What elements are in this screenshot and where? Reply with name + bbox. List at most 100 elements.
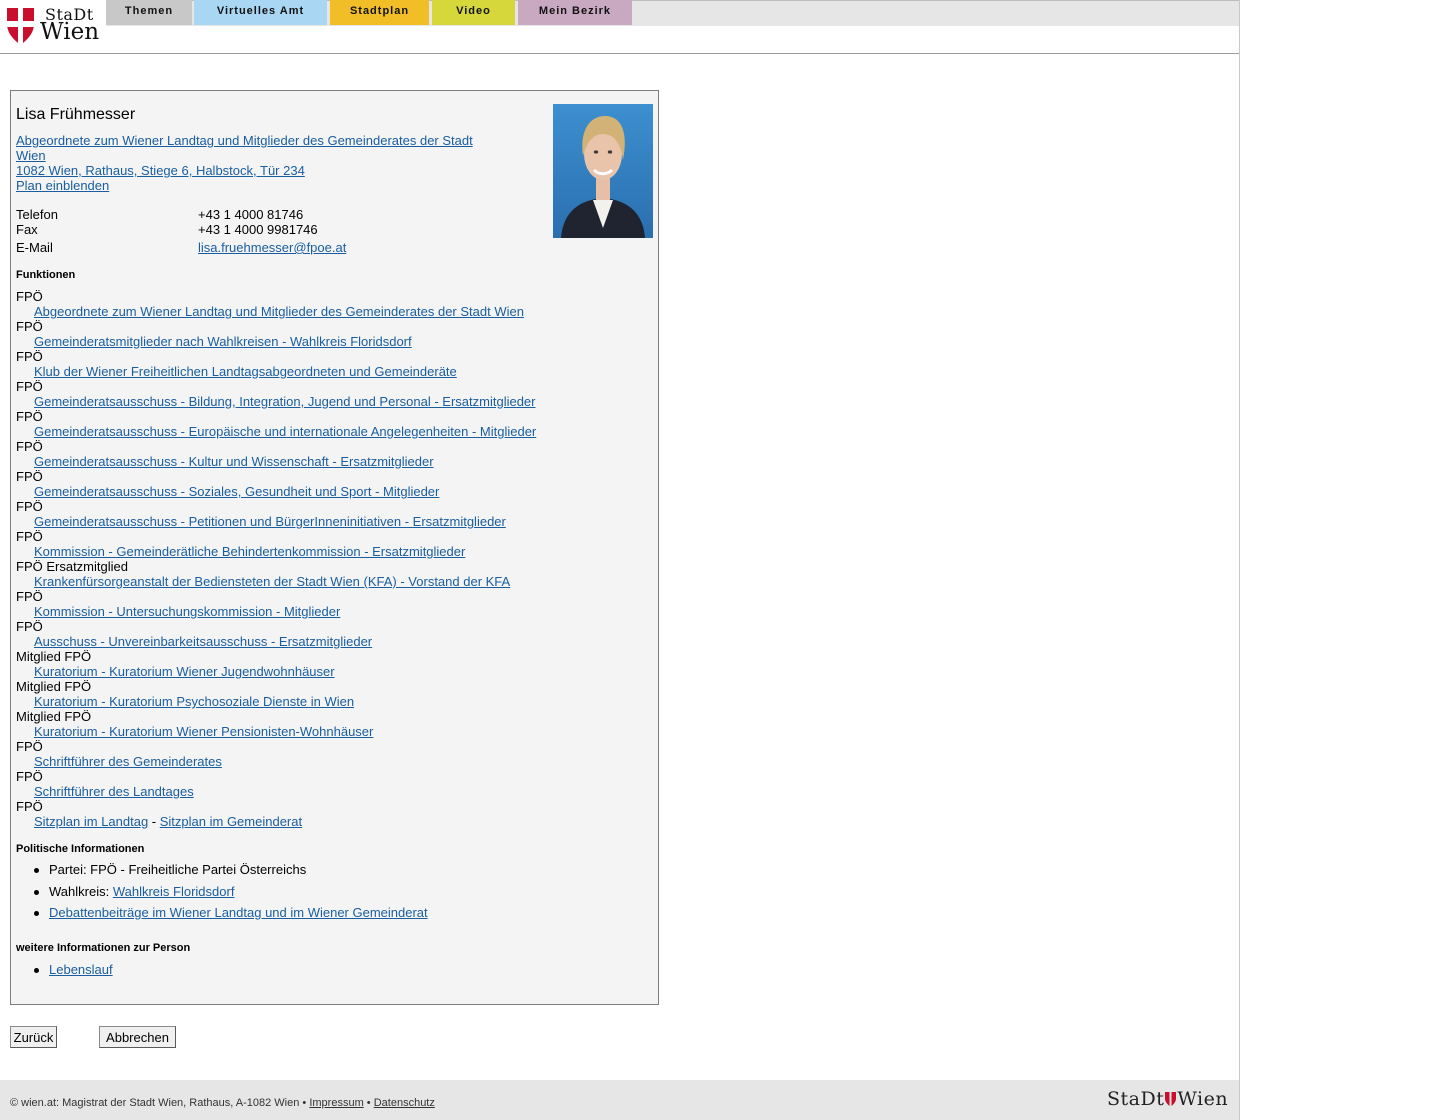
district-link[interactable]: Wahlkreis Floridsdorf [113,884,235,899]
vienna-shield-icon [7,8,34,43]
function-party: FPÖ [16,319,43,334]
function-link[interactable]: Kommission - Gemeinderätliche Behinderte… [34,544,465,559]
function-party: FPÖ [16,619,43,634]
function-link[interactable]: Abgeordnete zum Wiener Landtag und Mitgl… [34,304,524,319]
function-party: FPÖ [16,589,43,604]
cancel-button[interactable]: Abbrechen [99,1026,176,1048]
political-info-list: Partei: FPÖ - Freiheitliche Partei Öster… [16,861,636,926]
function-row: FPÖ Sitzplan im Landtag - Sitzplan im Gem… [16,799,636,829]
function-link-wrap: Kommission - Untersuchungskommission - M… [16,604,636,619]
link-separator: - [148,814,160,829]
stadt-wien-logo[interactable]: StaDt Wien [7,5,102,45]
seating-plan-landtag-link[interactable]: Sitzplan im Landtag [34,814,148,829]
footer-logo-left: StaDt [1107,1088,1165,1110]
function-link[interactable]: Gemeinderatsausschuss - Bildung, Integra… [34,394,536,409]
functions-heading: Funktionen [16,269,76,281]
party-info: Partei: FPÖ - Freiheitliche Partei Öster… [49,862,307,877]
right-gutter [1240,0,1440,1120]
email-label: E-Mail [16,240,53,255]
function-link[interactable]: Kommission - Untersuchungskommission - M… [34,604,340,619]
function-party: FPÖ [16,499,43,514]
fax-row: Fax +43 1 4000 9981746 [16,222,416,237]
function-party: FPÖ [16,799,43,814]
show-map-link[interactable]: Plan einblenden [16,178,486,193]
function-row: FPÖ Gemeinderatsausschuss - Soziales, Ges… [16,469,636,499]
tab-virtuelles-amt[interactable]: Virtuelles Amt [194,0,327,25]
function-link[interactable]: Ausschuss - Unvereinbarkeitsausschuss - … [34,634,372,649]
list-item: Wahlkreis: Wahlkreis Floridsdorf [16,883,636,905]
function-row: FPÖ Gemeinderatsausschuss - Petitionen un… [16,499,636,529]
function-link-wrap: Kuratorium - Kuratorium Wiener Pensionis… [16,724,636,739]
function-link[interactable]: Klub der Wiener Freiheitlichen Landtagsa… [34,364,457,379]
list-item: Lebenslauf [16,961,636,983]
footer-logo-right: Wien [1177,1088,1229,1110]
function-party: FPÖ [16,349,43,364]
debates-link[interactable]: Debattenbeiträge im Wiener Landtag und i… [49,905,428,920]
function-link[interactable]: Schriftführer des Landtages [34,784,194,799]
function-link[interactable]: Schriftführer des Gemeinderates [34,754,222,769]
back-button[interactable]: Zurück [10,1026,57,1048]
phone-row: Telefon +43 1 4000 81746 [16,207,416,222]
function-row: FPÖ Gemeinderatsmitglieder nach Wahlkreis… [16,319,636,349]
function-link-wrap: Gemeinderatsausschuss - Europäische und … [16,424,636,439]
function-link[interactable]: Kuratorium - Kuratorium Wiener Jugendwoh… [34,664,335,679]
function-link-wrap: Schriftführer des Gemeinderates [16,754,636,769]
cv-link[interactable]: Lebenslauf [49,962,113,977]
function-row: FPÖ Ausschuss - Unvereinbarkeitsausschuss… [16,619,636,649]
privacy-link[interactable]: Datenschutz [374,1097,435,1109]
tab-video[interactable]: Video [432,0,515,25]
function-link-wrap: Kommission - Gemeinderätliche Behinderte… [16,544,636,559]
email-link[interactable]: lisa.fruehmesser@fpoe.at [198,240,346,255]
person-card: Lisa Frühmesser Abgeordnete zum Wiener L… [10,90,659,1005]
function-row: FPÖ Schriftführer des Landtages [16,769,636,799]
function-row: FPÖ Kommission - Gemeinderätliche Behinde… [16,529,636,559]
contact-table: Telefon +43 1 4000 81746 Fax +43 1 4000 … [16,207,416,255]
tab-stadtplan[interactable]: Stadtplan [330,0,429,25]
footer-stadt-wien-logo[interactable]: StaDt Wien [1107,1088,1228,1112]
function-row: FPÖ Gemeinderatsausschuss - Bildung, Inte… [16,379,636,409]
impressum-link[interactable]: Impressum [309,1097,363,1109]
function-link-wrap: Klub der Wiener Freiheitlichen Landtagsa… [16,364,636,379]
function-link-wrap: Kuratorium - Kuratorium Wiener Jugendwoh… [16,664,636,679]
list-item: Partei: FPÖ - Freiheitliche Partei Öster… [16,861,636,883]
function-row: Mitglied FPÖ Kuratorium - Kuratorium Psyc… [16,679,636,709]
seating-plan-gemeinderat-link[interactable]: Sitzplan im Gemeinderat [160,814,302,829]
function-row: FPÖ Abgeordnete zum Wiener Landtag und Mi… [16,289,636,319]
person-photo [553,104,653,238]
tab-themen[interactable]: Themen [106,0,192,25]
footer-separator: • [366,1097,371,1109]
function-row: FPÖ Gemeinderatsausschuss - Europäische u… [16,409,636,439]
footer-text: © wien.at: Magistrat der Stadt Wien, Rat… [10,1097,435,1109]
function-link[interactable]: Gemeinderatsausschuss - Kultur und Wisse… [34,454,434,469]
person-name: Lisa Frühmesser [16,106,136,123]
function-row: Mitglied FPÖ Kuratorium - Kuratorium Wien… [16,649,636,679]
page: StaDt Wien Themen Virtuelles Amt Stadtpl… [0,0,1240,1120]
function-party: FPÖ [16,529,43,544]
function-link-wrap: Gemeinderatsausschuss - Petitionen und B… [16,514,636,529]
tab-mein-bezirk[interactable]: Mein Bezirk [518,0,632,25]
political-heading: Politische Informationen [16,843,145,855]
copyright-text: © wien.at: Magistrat der Stadt Wien, Rat… [10,1097,307,1109]
function-link[interactable]: Gemeinderatsausschuss - Europäische und … [34,424,536,439]
role-link[interactable]: Abgeordnete zum Wiener Landtag und Mitgl… [16,133,486,163]
function-link[interactable]: Gemeinderatsausschuss - Soziales, Gesund… [34,484,439,499]
function-row: FPÖ Ersatzmitglied Krankenfürsorgeanstalt… [16,559,636,589]
logo-text-bottom: Wien [40,19,100,45]
function-link-wrap: Schriftführer des Landtages [16,784,636,799]
site-footer: © wien.at: Magistrat der Stadt Wien, Rat… [0,1080,1239,1120]
function-link[interactable]: Gemeinderatsmitglieder nach Wahlkreisen … [34,334,412,349]
function-link-wrap: Gemeinderatsausschuss - Bildung, Integra… [16,394,636,409]
fax-label: Fax [16,222,38,237]
function-link[interactable]: Kuratorium - Kuratorium Psychosoziale Di… [34,694,354,709]
function-link-wrap: Ausschuss - Unvereinbarkeitsausschuss - … [16,634,636,649]
function-link-wrap: Kuratorium - Kuratorium Psychosoziale Di… [16,694,636,709]
function-party: FPÖ [16,439,43,454]
address-link[interactable]: 1082 Wien, Rathaus, Stiege 6, Halbstock,… [16,163,486,178]
function-link[interactable]: Kuratorium - Kuratorium Wiener Pensionis… [34,724,373,739]
function-party: FPÖ [16,769,43,784]
list-item: Debattenbeiträge im Wiener Landtag und i… [16,904,636,926]
function-row: FPÖ Schriftführer des Gemeinderates [16,739,636,769]
fax-value: +43 1 4000 9981746 [198,222,318,237]
function-link[interactable]: Gemeinderatsausschuss - Petitionen und B… [34,514,506,529]
function-link[interactable]: Krankenfürsorgeanstalt der Bediensteten … [34,574,510,589]
